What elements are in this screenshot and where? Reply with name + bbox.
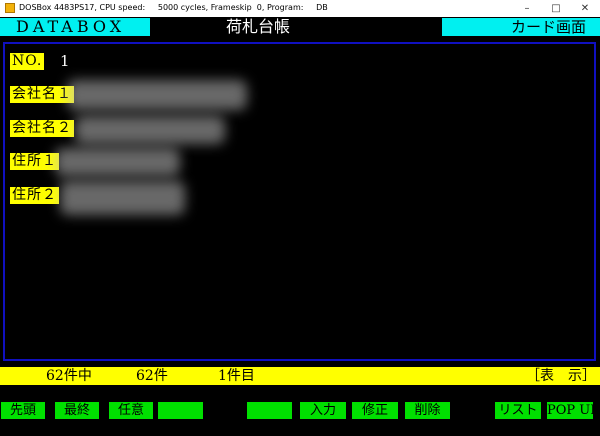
dos-screen: DATABOX 荷札台帳 カード画面 NO. 1 会社名１ 会社名２ 住所１ 住…	[0, 17, 600, 436]
fkey-last[interactable]: 最終	[55, 402, 99, 419]
fkey-list[interactable]: リスト	[495, 402, 541, 419]
app-name: DATABOX	[0, 18, 150, 36]
fkey-popup[interactable]: POP UP	[547, 402, 593, 419]
window-title-bar: DOSBox 4483PS17, CPU speed: 5000 cycles,…	[0, 0, 600, 18]
status-bar: 62件中 62件 1件目 ［表 示］	[0, 367, 600, 385]
address-2-value-redacted[interactable]	[60, 181, 185, 215]
fkey-edit[interactable]: 修正	[352, 402, 398, 419]
current-position: 1件目	[218, 368, 255, 384]
fkey-delete[interactable]: 削除	[405, 402, 450, 419]
mode-indicator: カード画面	[442, 18, 600, 36]
function-key-bar: 先頭 最終 任意 入力 修正 削除 リスト POP UP	[0, 402, 600, 420]
company-name-1-value-redacted[interactable]	[67, 80, 247, 110]
minimize-button[interactable]: –	[513, 0, 541, 17]
fkey-blank-4[interactable]	[158, 402, 203, 419]
fkey-first[interactable]: 先頭	[1, 402, 45, 419]
fkey-arbitrary[interactable]: 任意	[109, 402, 153, 419]
header-bar: DATABOX 荷札台帳 カード画面	[0, 17, 600, 37]
screen-title: 荷札台帳	[226, 17, 291, 36]
address-2-label: 住所２	[10, 187, 59, 204]
maximize-button[interactable]: □	[542, 0, 570, 17]
display-mode: ［表 示］	[526, 368, 596, 384]
address-1-label: 住所１	[10, 153, 59, 170]
record-number-label: NO.	[10, 53, 45, 70]
company-name-1-label: 会社名１	[10, 86, 74, 103]
record-number-value: 1	[60, 52, 70, 70]
window-title: DOSBox 4483PS17, CPU speed: 5000 cycles,…	[19, 3, 328, 12]
fkey-blank-5[interactable]	[247, 402, 292, 419]
company-name-2-value-redacted[interactable]	[75, 116, 225, 144]
close-button[interactable]: ✕	[571, 0, 599, 17]
address-1-value-redacted[interactable]	[55, 148, 180, 176]
company-name-2-label: 会社名２	[10, 120, 74, 137]
total-count: 62件中	[46, 368, 92, 384]
record-card: NO. 1 会社名１ 会社名２ 住所１ 住所２	[3, 42, 596, 361]
fkey-input[interactable]: 入力	[300, 402, 346, 419]
match-count: 62件	[136, 368, 168, 384]
dosbox-icon	[5, 3, 15, 13]
